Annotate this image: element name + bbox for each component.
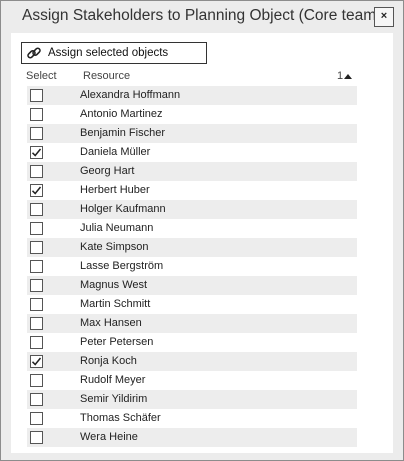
table-header: Select Resource 1: [11, 69, 393, 85]
table-row[interactable]: Herbert Huber: [27, 181, 357, 200]
table-row[interactable]: Georg Hart: [27, 162, 357, 181]
select-checkbox[interactable]: [30, 393, 43, 406]
column-header-resource[interactable]: Resource: [83, 70, 130, 82]
resource-name: Peter Petersen: [80, 336, 154, 348]
resource-list: Alexandra Hoffmann Antonio Martinez Benjam…: [27, 86, 357, 447]
select-checkbox[interactable]: [30, 355, 43, 368]
table-row[interactable]: Martin Schmitt: [27, 295, 357, 314]
table-row[interactable]: Daniela Müller: [27, 143, 357, 162]
table-row[interactable]: Semir Yildirim: [27, 390, 357, 409]
link-icon: [26, 45, 42, 61]
select-checkbox[interactable]: [30, 165, 43, 178]
resource-name: Lasse Bergström: [80, 260, 164, 272]
select-checkbox[interactable]: [30, 89, 43, 102]
sort-order-number: 1: [337, 70, 344, 82]
select-checkbox[interactable]: [30, 146, 43, 159]
table-row[interactable]: Kate Simpson: [27, 238, 357, 257]
resource-name: Holger Kaufmann: [80, 203, 166, 215]
table-row[interactable]: Thomas Schäfer: [27, 409, 357, 428]
dialog-title: Assign Stakeholders to Planning Object (…: [22, 7, 382, 24]
select-checkbox[interactable]: [30, 298, 43, 311]
dialog-content: Assign selected objects Select Resource …: [11, 33, 393, 453]
table-row[interactable]: Peter Petersen: [27, 333, 357, 352]
resource-name: Georg Hart: [80, 165, 135, 177]
sort-ascending-icon: [344, 73, 353, 79]
select-checkbox[interactable]: [30, 260, 43, 273]
resource-name: Magnus West: [80, 279, 148, 291]
select-checkbox[interactable]: [30, 108, 43, 121]
select-checkbox[interactable]: [30, 279, 43, 292]
resource-name: Wera Heine: [80, 431, 138, 443]
table-row[interactable]: Antonio Martinez: [27, 105, 357, 124]
resource-name: Ronja Koch: [80, 355, 137, 367]
select-checkbox[interactable]: [30, 184, 43, 197]
select-checkbox[interactable]: [30, 127, 43, 140]
resource-name: Antonio Martinez: [80, 108, 163, 120]
checkmark-icon: [31, 148, 42, 157]
resource-name: Thomas Schäfer: [80, 412, 161, 424]
checkmark-icon: [31, 186, 42, 195]
resource-name: Martin Schmitt: [80, 298, 151, 310]
select-checkbox[interactable]: [30, 222, 43, 235]
resource-name: Rudolf Meyer: [80, 374, 146, 386]
column-header-select[interactable]: Select: [26, 70, 57, 82]
checkmark-icon: [31, 357, 42, 366]
table-row[interactable]: Julia Neumann: [27, 219, 357, 238]
table-row[interactable]: Holger Kaufmann: [27, 200, 357, 219]
table-row[interactable]: Rudolf Meyer: [27, 371, 357, 390]
resource-name: Kate Simpson: [80, 241, 149, 253]
resource-name: Semir Yildirim: [80, 393, 148, 405]
table-row[interactable]: Wera Heine: [27, 428, 357, 447]
select-checkbox[interactable]: [30, 241, 43, 254]
table-row[interactable]: Benjamin Fischer: [27, 124, 357, 143]
resource-name: Alexandra Hoffmann: [80, 89, 181, 101]
select-checkbox[interactable]: [30, 336, 43, 349]
table-row[interactable]: Lasse Bergström: [27, 257, 357, 276]
dialog-titlebar: Assign Stakeholders to Planning Object (…: [1, 1, 403, 33]
sort-indicator[interactable]: 1: [337, 70, 353, 82]
resource-name: Benjamin Fischer: [80, 127, 165, 139]
resource-name: Max Hansen: [80, 317, 142, 329]
resource-name: Daniela Müller: [80, 146, 151, 158]
select-checkbox[interactable]: [30, 317, 43, 330]
assign-selected-objects-label: Assign selected objects: [48, 47, 169, 59]
select-checkbox[interactable]: [30, 374, 43, 387]
table-row[interactable]: Ronja Koch: [27, 352, 357, 371]
table-row[interactable]: Alexandra Hoffmann: [27, 86, 357, 105]
select-checkbox[interactable]: [30, 431, 43, 444]
resource-name: Herbert Huber: [80, 184, 150, 196]
assign-stakeholders-dialog: Assign Stakeholders to Planning Object (…: [0, 0, 404, 461]
close-button[interactable]: ×: [374, 7, 394, 27]
select-checkbox[interactable]: [30, 412, 43, 425]
resource-name: Julia Neumann: [80, 222, 154, 234]
table-row[interactable]: Max Hansen: [27, 314, 357, 333]
assign-selected-objects-button[interactable]: Assign selected objects: [21, 42, 207, 64]
table-row[interactable]: Magnus West: [27, 276, 357, 295]
select-checkbox[interactable]: [30, 203, 43, 216]
